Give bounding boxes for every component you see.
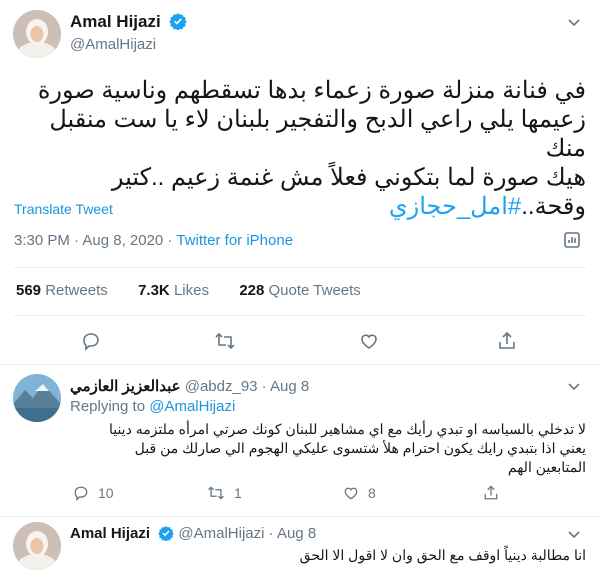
tweet-source-link[interactable]: Twitter for iPhone [176,232,293,249]
reply-text: لا تدخلي بالسياسه او تبدي رأيك مع اي مشا… [70,420,586,477]
replying-to-label: Replying to [70,398,150,415]
reply-header: عبدالعزيز العازمي @abdz_93 · Aug 8 [70,377,309,395]
share-icon[interactable] [496,330,518,357]
like-button[interactable]: 8 [342,484,376,502]
divider [14,315,586,316]
divider [0,516,600,517]
replying-to: Replying to @AmalHijazi [70,398,235,415]
author-name[interactable]: Amal Hijazi [70,12,161,31]
reply-author-handle[interactable]: @abdz_93 [185,378,258,395]
translate-tweet-link[interactable]: Translate Tweet [14,201,113,217]
reply-date[interactable]: · Aug 8 [262,378,310,395]
hashtag-link[interactable]: #امل_حجازي [389,193,521,220]
reply-date[interactable]: · Aug 8 [269,525,317,542]
divider [0,364,600,365]
retweet-icon [208,486,224,500]
tweet-text-line: زعيمها يلي راعي الدبح والتفجير بلبنان لا… [49,106,586,162]
like-icon[interactable] [358,330,380,357]
retweet-count: 1 [234,485,242,501]
retweets-stat[interactable]: 569 Retweets [16,282,108,299]
share-button[interactable] [482,484,500,502]
avatar-image [13,10,61,58]
analytics-icon[interactable] [562,230,582,255]
author-avatar[interactable] [13,10,61,58]
likes-stat[interactable]: 7.3K Likes [138,282,209,299]
retweet-button[interactable]: 1 [206,484,242,502]
reply-author-name[interactable]: Amal Hijazi [70,525,150,542]
avatar-image [13,522,61,570]
tweet-stats: 569 Retweets 7.3K Likes 228 Quote Tweets [16,282,361,299]
reply-text: انا مطالبة دينياً اوقف مع الحق وان لا اق… [70,546,586,565]
reply-count: 10 [98,485,114,501]
reply-icon[interactable] [80,330,102,357]
retweet-icon[interactable] [213,330,237,357]
author-name-row: Amal Hijazi [70,12,187,35]
reply-text-line: انا مطالبة دينياً اوقف مع الحق وان لا اق… [299,547,586,563]
reply-author-name[interactable]: عبدالعزيز العازمي [70,378,181,395]
reply-author-avatar[interactable] [13,522,61,570]
tweet-text-line: في فنانة منزلة صورة زعماء بدها تسقطهم ون… [37,77,586,104]
like-count: 8 [368,485,376,501]
tweet-meta: 3:30 PM · Aug 8, 2020 · Twitter for iPho… [14,232,293,249]
reply-text-line: يعني اذا بتبدي رايك يكون احترام هلأ شتسو… [134,440,586,456]
tweet-text-line: هيك صورة لما بتكوني فعلاً مش غنمة زعيم .… [111,164,586,191]
tweet-text: في فنانة منزلة صورة زعماء بدها تسقطهم ون… [14,76,586,221]
reply-icon [74,486,88,502]
caret-down-icon[interactable] [566,526,582,547]
like-icon [344,487,358,500]
reply-button[interactable]: 10 [72,484,114,502]
caret-down-icon[interactable] [566,378,582,399]
reply-text-line: المتابعين الهم [507,459,586,475]
verified-badge-icon [169,12,187,35]
reply-text-line: لا تدخلي بالسياسه او تبدي رأيك مع اي مشا… [108,421,586,437]
author-handle[interactable]: @AmalHijazi [70,36,156,53]
tweet-text-end: وقحة.. [521,193,586,220]
reply-author-handle[interactable]: @AmalHijazi [178,525,264,542]
share-icon [484,485,498,500]
divider [14,267,586,268]
caret-down-icon[interactable] [566,14,582,35]
tweet-timestamp[interactable]: 3:30 PM · Aug 8, 2020 · [14,232,176,249]
verified-badge-icon [158,525,174,545]
reply-author-avatar[interactable] [13,374,61,422]
avatar-image [13,374,61,422]
quote-tweets-stat[interactable]: 228 Quote Tweets [239,282,360,299]
reply-header: Amal Hijazi @AmalHijazi · Aug 8 [70,525,316,545]
replying-to-link[interactable]: @AmalHijazi [149,398,235,415]
